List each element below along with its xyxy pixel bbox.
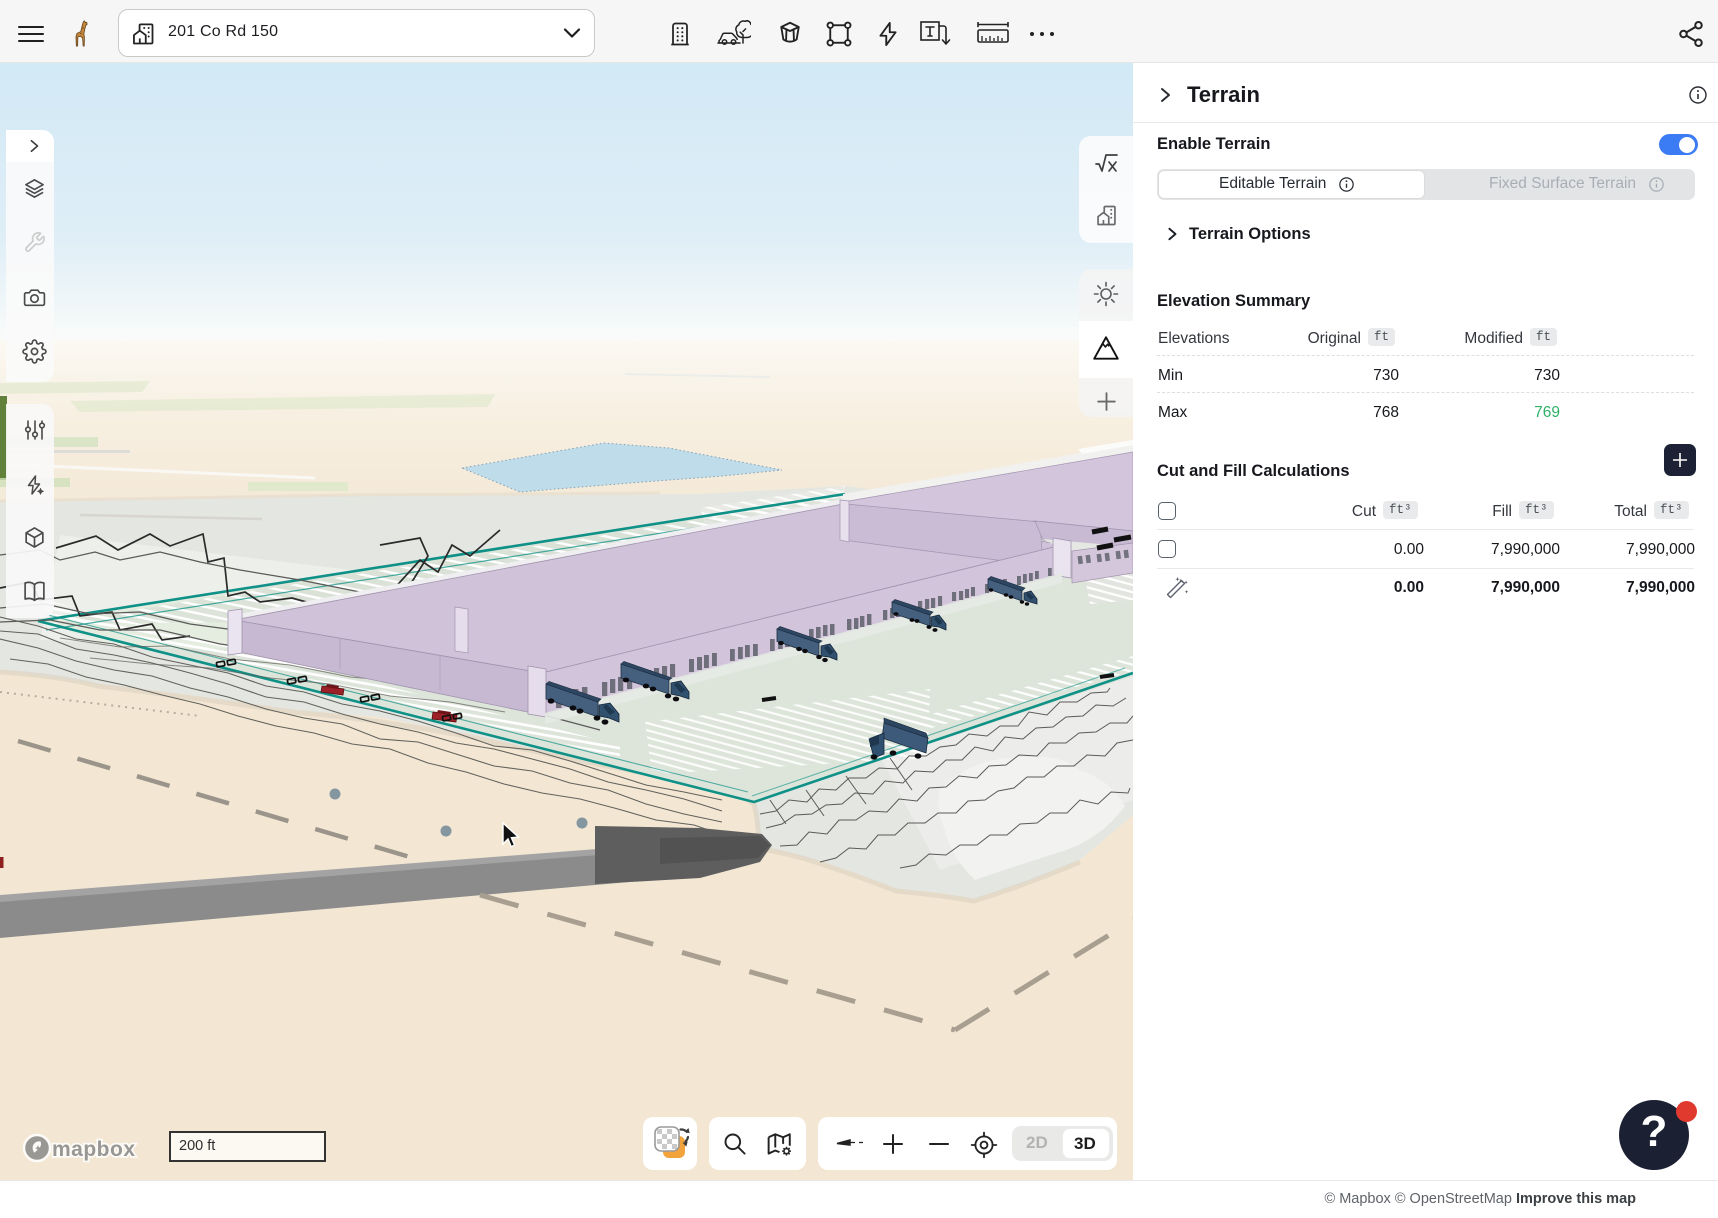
svg-text:mapbox: mapbox bbox=[52, 1138, 136, 1161]
